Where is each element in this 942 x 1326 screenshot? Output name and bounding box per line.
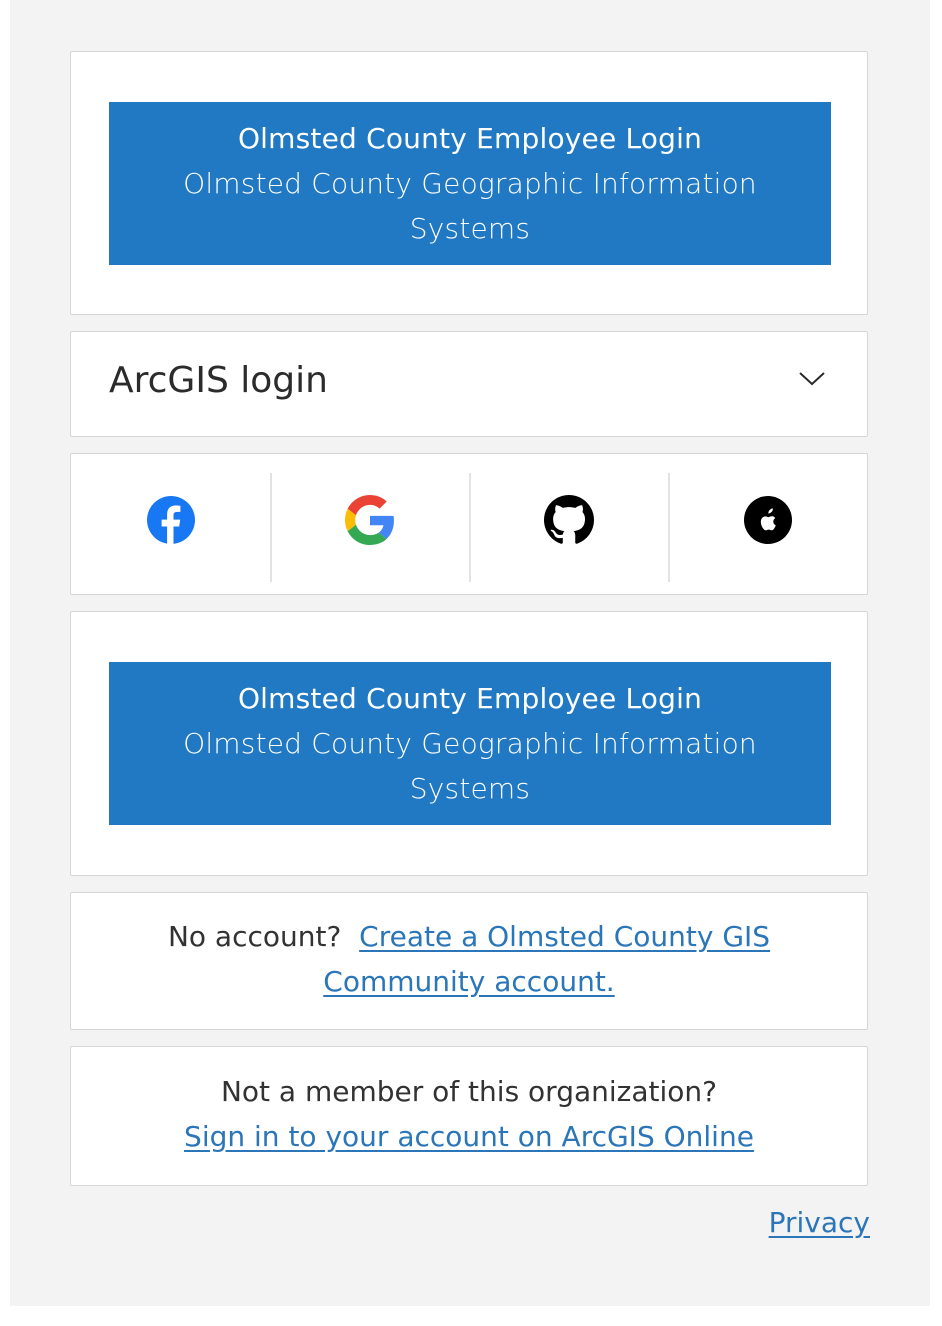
sso-button-org-line2: Systems	[409, 212, 531, 245]
apple-login-button[interactable]	[668, 454, 867, 594]
sso-login-button-bottom[interactable]: Olmsted County Employee Login Olmsted Co…	[109, 662, 831, 825]
facebook-icon	[146, 496, 195, 544]
sso-button-title: Olmsted County Employee Login	[237, 122, 703, 155]
sso-card-bottom: Olmsted County Employee Login Olmsted Co…	[70, 611, 868, 876]
sso-card-top: Olmsted County Employee Login Olmsted Co…	[70, 51, 868, 315]
sso-button-org-line1: Olmsted County Geographic Information	[183, 167, 757, 200]
privacy-link[interactable]: Privacy	[769, 1200, 870, 1245]
sso-button-org-line2: Systems	[409, 772, 531, 805]
no-account-card: No account? Create a Olmsted County GIS …	[70, 892, 868, 1030]
social-login-card	[70, 453, 868, 595]
not-member-card: Not a member of this organization? Sign …	[70, 1046, 868, 1186]
sso-login-button-top[interactable]: Olmsted County Employee Login Olmsted Co…	[109, 102, 831, 265]
arcgis-login-toggle[interactable]: ArcGIS login	[71, 332, 867, 436]
create-account-link[interactable]: Create a Olmsted County GIS Community ac…	[323, 920, 770, 998]
chevron-down-icon	[797, 364, 827, 394]
social-login-row	[71, 454, 867, 594]
not-member-text: Not a member of this organization? Sign …	[101, 1069, 837, 1159]
github-icon	[543, 495, 594, 544]
arcgis-login-title: ArcGIS login	[109, 360, 328, 401]
sso-button-title: Olmsted County Employee Login	[237, 682, 703, 715]
google-icon	[344, 495, 394, 545]
facebook-login-button[interactable]	[71, 454, 270, 594]
sso-button-org-line1: Olmsted County Geographic Information	[183, 727, 757, 760]
google-login-button[interactable]	[270, 454, 469, 594]
arcgis-login-card: ArcGIS login	[70, 331, 868, 437]
no-account-label: No account?	[167, 920, 342, 953]
arcgis-online-signin-link[interactable]: Sign in to your account on ArcGIS Online	[184, 1120, 754, 1153]
not-member-label: Not a member of this organization?	[220, 1075, 718, 1108]
no-account-text: No account? Create a Olmsted County GIS …	[161, 914, 777, 1004]
github-login-button[interactable]	[469, 454, 668, 594]
apple-icon	[743, 496, 792, 544]
